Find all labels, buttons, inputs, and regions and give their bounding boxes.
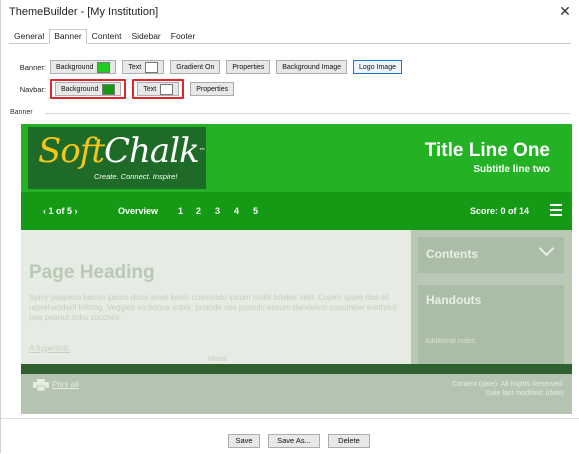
navbar-text-label: Text — [143, 85, 157, 93]
themebuilder-window: ThemeBuilder - [My Institution] ✕ Genera… — [0, 0, 579, 453]
modal-label: Modal — [208, 356, 228, 363]
banner-background-swatch — [97, 61, 111, 73]
delete-button[interactable]: Delete — [328, 434, 370, 448]
banner-text-button[interactable]: Text — [122, 60, 165, 74]
softchalk-logo: SoftChalk™ Create. Connect. Inspire! — [28, 127, 206, 189]
handouts-panel: Handouts — [418, 285, 564, 364]
hamburger-menu-icon[interactable] — [550, 204, 562, 219]
page-heading: Page Heading — [29, 262, 155, 283]
page-link-3[interactable]: 3 — [215, 206, 220, 216]
navbar-text-swatch — [160, 83, 174, 95]
navbar-text-highlight: Text — [132, 79, 185, 99]
navbar-row-label: Navbar: — [19, 84, 46, 94]
footer-top-bar — [21, 364, 572, 374]
logo-tagline: Create. Connect. Inspire! — [94, 172, 178, 181]
print-all-link[interactable]: Print all — [52, 380, 79, 389]
page-link-1[interactable]: 1 — [178, 206, 183, 216]
score-display: Score: 0 of 14 — [470, 206, 530, 216]
chevron-down-icon — [538, 240, 555, 257]
banner-background-button[interactable]: Background — [50, 60, 117, 74]
navbar-background-highlight: Background — [50, 79, 127, 99]
overview-link[interactable]: Overview — [118, 206, 158, 216]
page-link-4[interactable]: 4 — [234, 206, 239, 216]
tab-strip: General Banner Content Sidebar Footer — [9, 29, 571, 44]
banner-title: Title Line One — [424, 140, 550, 161]
preview-group-label: Banner — [10, 109, 33, 116]
printer-icon[interactable] — [33, 379, 49, 391]
navbar-background-swatch — [102, 83, 116, 95]
logo-chalk: Chalk — [104, 131, 200, 171]
page-link-5[interactable]: 5 — [253, 206, 258, 216]
preview-group-divider — [45, 113, 570, 114]
page-link-2[interactable]: 2 — [196, 206, 201, 216]
save-button[interactable]: Save — [228, 434, 260, 448]
navbar-background-button[interactable]: Background — [55, 82, 122, 96]
banner-preview: SoftChalk™ Create. Connect. Inspire! Tit… — [21, 124, 572, 414]
page-pager[interactable]: ‹ 1 of 5 › — [43, 206, 78, 216]
additional-notes: Additional notes — [425, 338, 475, 345]
banner-text-swatch — [145, 61, 159, 73]
background-image-button[interactable]: Background Image — [276, 60, 348, 74]
contents-panel[interactable]: Contents — [418, 237, 564, 273]
navbar-text-button[interactable]: Text — [137, 82, 180, 96]
save-as-button[interactable]: Save As... — [268, 434, 320, 448]
banner-properties-button[interactable]: Properties — [226, 60, 271, 74]
handouts-title: Handouts — [426, 293, 482, 307]
logo-wordmark: SoftChalk™ — [38, 131, 206, 171]
gradient-on-button[interactable]: Gradient On — [170, 60, 221, 74]
banner-text-label: Text — [128, 63, 142, 71]
logo-trademark: ™ — [198, 147, 206, 155]
preview-navbar: ‹ 1 of 5 › Overview 1 2 3 4 5 Score: 0 o… — [21, 192, 572, 230]
copyright-line-2: Date last modified: (date) — [485, 390, 564, 397]
title-bar: ThemeBuilder - [My Institution] ✕ — [1, 0, 579, 26]
navbar-settings-row: Navbar: Background Text Properties — [1, 79, 240, 99]
banner-subtitle: Subtitle line two — [473, 164, 550, 175]
tab-general[interactable]: General — [9, 29, 49, 43]
preview-footer: Print all Content (date). All Rights Res… — [21, 364, 572, 414]
body-paragraph: Spicy jalapeno bacon ipsum dolor amet ke… — [29, 293, 397, 322]
tab-banner[interactable]: Banner — [49, 29, 87, 44]
logo-soft: Soft — [38, 131, 105, 171]
navbar-background-label: Background — [61, 85, 99, 93]
banner-settings-row: Banner: Background Text Gradient On Prop… — [1, 59, 408, 75]
tab-sidebar[interactable]: Sidebar — [126, 29, 165, 43]
tab-footer[interactable]: Footer — [166, 29, 201, 43]
preview-sidebar: Contents Handouts Additional notes — [411, 230, 572, 364]
sample-hyperlink[interactable]: A hyperlink. — [29, 344, 70, 353]
tab-content[interactable]: Content — [87, 29, 127, 43]
window-title: ThemeBuilder - [My Institution] — [9, 6, 159, 18]
copyright-line-1: Content (date). All Rights Reserved. — [452, 381, 564, 388]
navbar-properties-button[interactable]: Properties — [190, 82, 235, 96]
banner-row-label: Banner: — [19, 62, 46, 72]
action-bar: Save Save As... Delete — [1, 418, 579, 454]
close-icon[interactable]: ✕ — [558, 4, 572, 18]
logo-image-button[interactable]: Logo Image — [353, 60, 402, 74]
banner-background-label: Background — [56, 63, 94, 71]
contents-title: Contents — [426, 247, 478, 261]
preview-banner: SoftChalk™ Create. Connect. Inspire! Tit… — [21, 124, 572, 192]
footer-copyright: Content (date). All Rights Reserved. Dat… — [452, 380, 564, 398]
